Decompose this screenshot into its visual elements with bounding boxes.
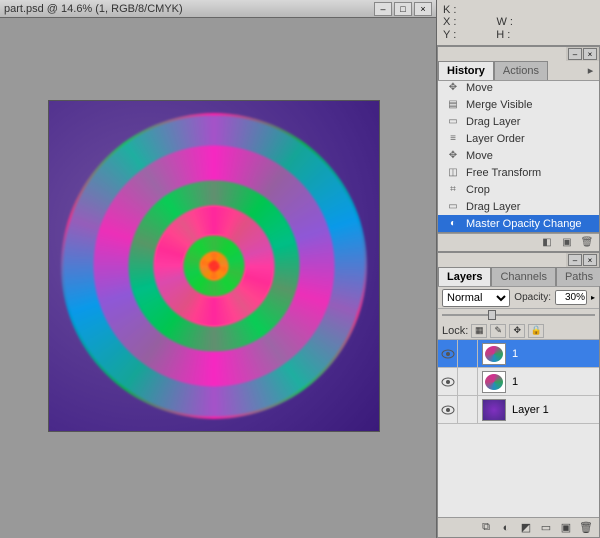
- document-title-bar: part.psd @ 14.6% (1, RGB/8/CMYK) – □ ×: [0, 0, 436, 18]
- move-icon: ✥: [446, 81, 460, 95]
- window-controls: – □ ×: [374, 2, 432, 16]
- layers-panel-tabs: Layers Channels Paths ▸: [438, 267, 599, 287]
- visibility-toggle[interactable]: [438, 340, 458, 367]
- close-button[interactable]: ×: [414, 2, 432, 16]
- new-group-button[interactable]: ▭: [537, 520, 555, 536]
- tab-layers[interactable]: Layers: [438, 267, 491, 286]
- history-panel: – × History Actions ▸ ✥ Move ▤ Merge Visibl…: [437, 46, 600, 252]
- panel-close-button[interactable]: ×: [583, 48, 597, 60]
- history-list[interactable]: ✥ Move ▤ Merge Visible ▭ Drag Layer ≡ Layer Ord…: [438, 81, 599, 233]
- document-window: part.psd @ 14.6% (1, RGB/8/CMYK) – □ ×: [0, 0, 436, 538]
- history-item[interactable]: ✥ Move: [438, 81, 599, 96]
- layer-name[interactable]: 1: [510, 376, 599, 388]
- info-h: H :: [496, 29, 510, 41]
- layer-name[interactable]: 1: [510, 348, 599, 360]
- order-icon: ≡: [446, 132, 460, 146]
- history-item[interactable]: ⌗ Crop: [438, 181, 599, 198]
- visibility-toggle[interactable]: [438, 368, 458, 395]
- tab-history[interactable]: History: [438, 61, 494, 80]
- info-w: W :: [496, 16, 513, 28]
- lock-all-button[interactable]: 🔒: [528, 324, 544, 338]
- history-item-label: Drag Layer: [466, 116, 520, 128]
- layer-thumbnail[interactable]: [482, 343, 506, 365]
- panel-close-button[interactable]: ×: [583, 254, 597, 266]
- blend-mode-select[interactable]: Normal: [442, 289, 510, 307]
- history-item[interactable]: ▭ Drag Layer: [438, 198, 599, 215]
- layer-row[interactable]: 1: [438, 368, 599, 396]
- history-item[interactable]: ≡ Layer Order: [438, 130, 599, 147]
- layers-footer: ⧉ ◐ ◩ ▭ ▣ 🗑: [438, 517, 599, 537]
- history-item[interactable]: ▭ Drag Layer: [438, 113, 599, 130]
- history-item-label: Move: [466, 150, 493, 162]
- history-item-label: Drag Layer: [466, 201, 520, 213]
- link-cell[interactable]: [458, 368, 478, 395]
- tab-actions[interactable]: Actions: [494, 61, 548, 80]
- info-k: K :: [443, 4, 456, 16]
- layers-panel: – × Layers Channels Paths ▸ Normal Opaci…: [437, 252, 600, 538]
- layers-list[interactable]: 1 1 Layer 1: [438, 340, 599, 517]
- opacity-label: Opacity:: [514, 292, 551, 303]
- lock-label: Lock:: [442, 325, 468, 337]
- panel-minimize-button[interactable]: –: [568, 254, 582, 266]
- info-x: X :: [443, 16, 456, 28]
- lock-pixels-button[interactable]: ✎: [490, 324, 506, 338]
- merge-icon: ▤: [446, 98, 460, 112]
- link-cell[interactable]: [458, 396, 478, 423]
- drag-icon: ▭: [446, 200, 460, 214]
- layer-row[interactable]: 1: [438, 340, 599, 368]
- history-item[interactable]: ▤ Merge Visible: [438, 96, 599, 113]
- history-item[interactable]: ✥ Move: [438, 147, 599, 164]
- visibility-toggle[interactable]: [438, 396, 458, 423]
- lock-transparency-button[interactable]: ▦: [471, 324, 487, 338]
- opacity-slider[interactable]: [442, 310, 595, 320]
- delete-layer-button[interactable]: 🗑: [577, 520, 595, 536]
- history-item-label: Merge Visible: [466, 99, 532, 111]
- tab-channels[interactable]: Channels: [491, 267, 555, 286]
- opacity-icon: ◐: [446, 217, 460, 231]
- opacity-input[interactable]: [555, 290, 587, 305]
- opacity-dropdown-icon[interactable]: ▸: [591, 293, 595, 302]
- layer-thumbnail[interactable]: [482, 371, 506, 393]
- lock-position-button[interactable]: ✥: [509, 324, 525, 338]
- canvas[interactable]: [48, 100, 380, 432]
- new-layer-button[interactable]: ▣: [557, 520, 575, 536]
- layer-thumbnail[interactable]: [482, 399, 506, 421]
- layer-style-button[interactable]: ◐: [497, 520, 515, 536]
- tab-paths[interactable]: Paths: [556, 267, 600, 286]
- panels-column: K : X : W : Y : H : – × History Actions …: [436, 0, 600, 538]
- artwork: [49, 101, 379, 431]
- layer-mask-button[interactable]: ◩: [517, 520, 535, 536]
- document-title: part.psd @ 14.6% (1, RGB/8/CMYK): [4, 3, 183, 15]
- new-document-button[interactable]: ▣: [559, 236, 575, 250]
- layer-name[interactable]: Layer 1: [510, 404, 599, 416]
- transform-icon: ◫: [446, 166, 460, 180]
- history-item-label: Master Opacity Change: [466, 218, 582, 230]
- crop-icon: ⌗: [446, 183, 460, 197]
- history-footer: ◧ ▣ 🗑: [438, 233, 599, 251]
- info-y: Y :: [443, 29, 456, 41]
- link-layers-button[interactable]: ⧉: [477, 520, 495, 536]
- history-item-label: Move: [466, 82, 493, 94]
- link-cell[interactable]: [458, 340, 478, 367]
- panel-menu-icon[interactable]: ▸: [585, 64, 599, 77]
- layer-row[interactable]: Layer 1: [438, 396, 599, 424]
- history-item-label: Crop: [466, 184, 490, 196]
- move-icon: ✥: [446, 149, 460, 163]
- history-item-label: Layer Order: [466, 133, 525, 145]
- info-panel: K : X : W : Y : H :: [437, 0, 600, 46]
- delete-state-button[interactable]: 🗑: [579, 236, 595, 250]
- history-item[interactable]: ◫ Free Transform: [438, 164, 599, 181]
- new-snapshot-button[interactable]: ◧: [539, 236, 555, 250]
- minimize-button[interactable]: –: [374, 2, 392, 16]
- drag-icon: ▭: [446, 115, 460, 129]
- maximize-button[interactable]: □: [394, 2, 412, 16]
- panel-minimize-button[interactable]: –: [568, 48, 582, 60]
- history-item[interactable]: ◐ Master Opacity Change: [438, 215, 599, 232]
- history-panel-tabs: History Actions ▸: [438, 61, 599, 81]
- history-item-label: Free Transform: [466, 167, 541, 179]
- lock-row: Lock: ▦ ✎ ✥ 🔒: [438, 322, 599, 340]
- layers-options: Normal Opacity: ▸: [438, 287, 599, 309]
